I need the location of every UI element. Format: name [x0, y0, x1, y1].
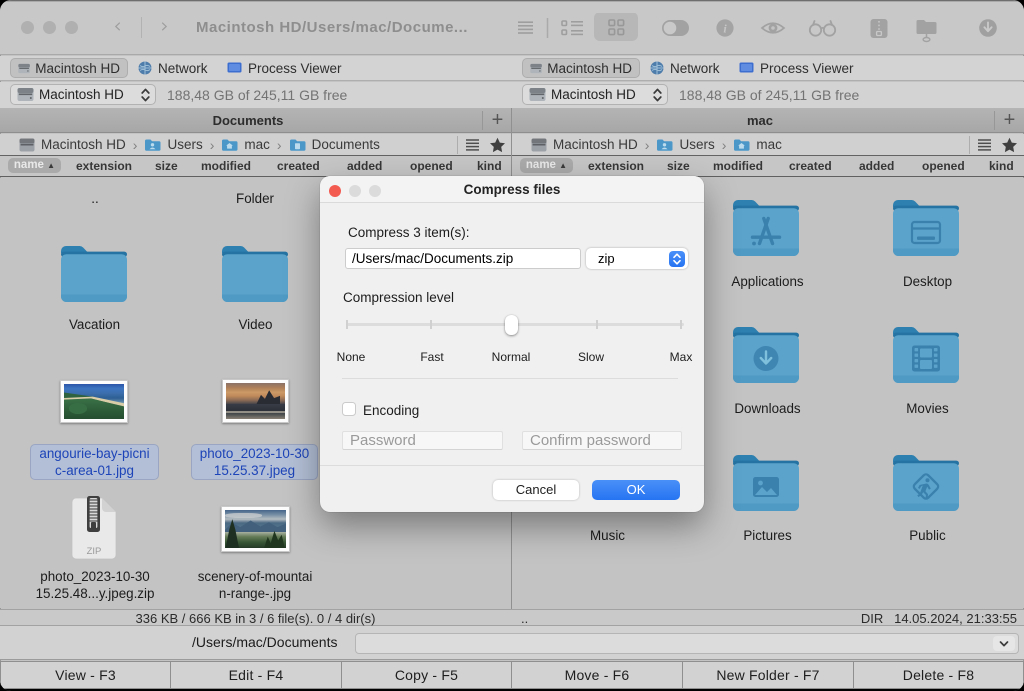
svg-text:ZIP: ZIP	[87, 546, 102, 557]
